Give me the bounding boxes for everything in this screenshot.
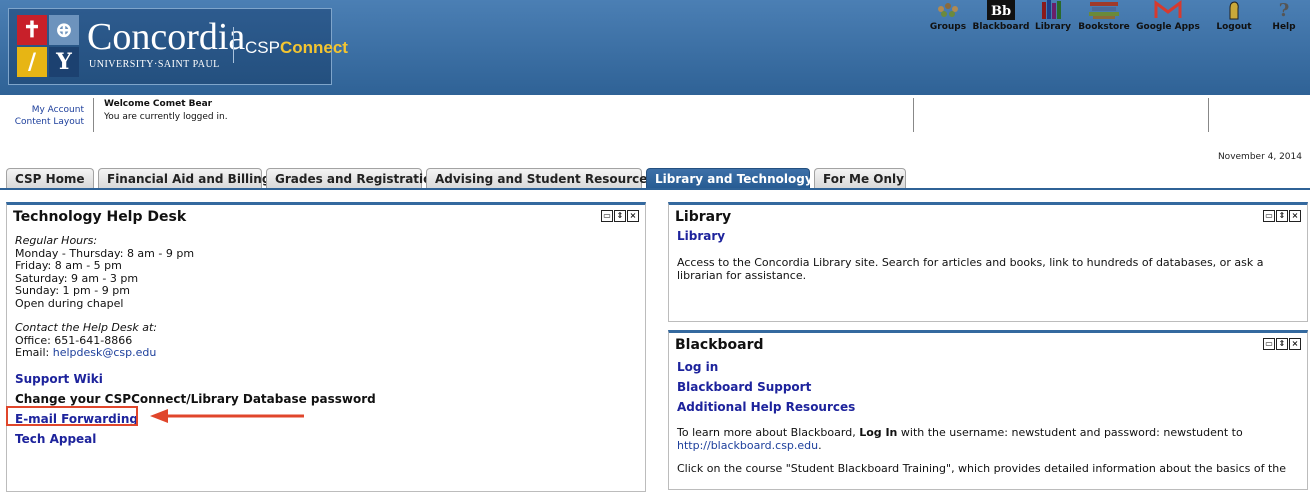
close-icon[interactable]: × [627, 210, 639, 222]
helpdesk-email-link[interactable]: helpdesk@csp.edu [53, 346, 157, 359]
blackboard-training-text: Click on the course "Student Blackboard … [677, 462, 1287, 475]
my-account-link[interactable]: My Account [4, 104, 84, 116]
logo-emblem: ✝ ⊕ / Y [17, 15, 79, 77]
maximize-icon[interactable]: ⇕ [614, 210, 626, 222]
library-button[interactable]: Library [1032, 0, 1074, 32]
account-divider [93, 98, 94, 132]
email-line: Email: helpdesk@csp.edu [15, 346, 157, 360]
hours-line: Friday: 8 am - 5 pm [15, 259, 122, 272]
gmail-icon [1154, 0, 1182, 18]
toolbar-divider [913, 98, 914, 132]
additional-help-link[interactable]: Additional Help Resources [677, 400, 855, 414]
current-date: November 4, 2014 [1217, 152, 1302, 162]
library-description: Access to the Concordia Library site. Se… [677, 256, 1264, 269]
logout-icon [1229, 1, 1239, 20]
hours-heading: Regular Hours: [15, 234, 98, 247]
hours-line: Open during chapel [15, 296, 124, 310]
url-period: . [818, 438, 822, 452]
library-icon [1042, 0, 1061, 19]
portlet-controls: ▭ ⇕ × [601, 210, 639, 222]
library-portlet: Library ▭ ⇕ × Library Access to the Conc… [668, 202, 1308, 322]
cross-icon: ✝ [17, 15, 47, 45]
help-icon: ? [1279, 0, 1290, 20]
library-description-2: librarian for assistance. [677, 268, 807, 282]
google-apps-button[interactable]: Google Apps [1132, 0, 1204, 32]
blackboard-login-link[interactable]: Log in [677, 360, 718, 374]
login-emphasis: Log In [859, 426, 898, 439]
change-password-link[interactable]: Change your CSPConnect/Library Database … [15, 392, 376, 406]
blackboard-url-line: http://blackboard.csp.edu. [677, 438, 822, 453]
logout-button[interactable]: Logout [1214, 0, 1254, 32]
bookstore-label: Bookstore [1078, 22, 1130, 32]
highlight-box [6, 406, 138, 426]
logo-divider [233, 27, 234, 63]
concordia-logo[interactable]: ✝ ⊕ / Y Concordia UNIVERSITY·SAINT PAUL … [8, 8, 348, 85]
library-label: Library [1034, 22, 1072, 32]
blackboard-portlet: Blackboard ▭ ⇕ × Log in Blackboard Suppo… [668, 330, 1308, 490]
welcome-text: Welcome Comet Bear [104, 99, 213, 109]
blackboard-button[interactable]: Bb Blackboard [970, 0, 1032, 32]
blackboard-title: Blackboard [675, 337, 764, 353]
tab-underline [0, 188, 1310, 190]
library-link[interactable]: Library [677, 229, 725, 243]
portlet-controls: ▭ ⇕ × [1263, 338, 1301, 350]
google-apps-label: Google Apps [1136, 22, 1200, 32]
maximize-icon[interactable]: ⇕ [1276, 210, 1288, 222]
help-label: Help [1272, 22, 1296, 32]
person-icon: Y [49, 47, 79, 77]
svg-text:Bb: Bb [991, 4, 1011, 19]
login-status: You are currently logged in. [104, 112, 228, 122]
blackboard-support-link[interactable]: Blackboard Support [677, 380, 811, 394]
arrow-annotation-icon [150, 409, 304, 423]
toolbar-divider-2 [1208, 98, 1209, 132]
brand-subtitle: UNIVERSITY·SAINT PAUL [89, 59, 220, 70]
tab-csp-home[interactable]: CSP Home [6, 168, 94, 188]
blackboard-icon: Bb [987, 0, 1015, 20]
tab-grades-registration[interactable]: Grades and Registration [266, 168, 440, 188]
close-icon[interactable]: × [1289, 338, 1301, 350]
bookstore-button[interactable]: Bookstore [1076, 0, 1132, 32]
portlet-controls: ▭ ⇕ × [1263, 210, 1301, 222]
svg-text:?: ? [1279, 0, 1290, 20]
welcome-message: Welcome Comet Bear You are currently log… [104, 98, 228, 124]
brand-name: Concordia [87, 16, 246, 58]
helpdesk-portlet: Technology Help Desk ▭ ⇕ × Regular Hours… [6, 202, 646, 492]
minimize-icon[interactable]: ▭ [1263, 210, 1275, 222]
contact-heading: Contact the Help Desk at: [15, 321, 158, 334]
tech-appeal-link[interactable]: Tech Appeal [15, 432, 96, 446]
helpdesk-title: Technology Help Desk [13, 209, 187, 225]
tab-advising[interactable]: Advising and Student Resources [426, 168, 655, 188]
minimize-icon[interactable]: ▭ [1263, 338, 1275, 350]
bookstore-icon [1089, 2, 1119, 19]
library-title: Library [675, 209, 732, 225]
help-button[interactable]: ? Help [1264, 0, 1304, 32]
maximize-icon[interactable]: ⇕ [1276, 338, 1288, 350]
close-icon[interactable]: × [1289, 210, 1301, 222]
minimize-icon[interactable]: ▭ [601, 210, 613, 222]
globe-icon: ⊕ [49, 15, 79, 45]
instructions-text-2: with the username: newstudent and passwo… [897, 426, 1243, 439]
portal-name: CSPConnect [245, 38, 348, 58]
support-wiki-link[interactable]: Support Wiki [15, 372, 103, 386]
hours-line: Sunday: 1 pm - 9 pm [15, 284, 130, 297]
content-layout-link[interactable]: Content Layout [4, 116, 84, 128]
email-prefix: Email: [15, 346, 53, 359]
portal-prefix: CSP [245, 38, 280, 57]
tab-for-me-only[interactable]: For Me Only [814, 168, 906, 188]
blackboard-url-link[interactable]: http://blackboard.csp.edu [677, 439, 818, 452]
instructions-text: To learn more about Blackboard, [677, 426, 860, 439]
groups-button[interactable]: Groups [926, 0, 970, 32]
logout-label: Logout [1216, 22, 1252, 32]
blackboard-label: Blackboard [972, 22, 1030, 32]
tab-library-technology[interactable]: Library and Technology [646, 168, 813, 188]
groups-label: Groups [929, 22, 967, 32]
quill-icon: / [17, 47, 47, 77]
tab-financial-aid[interactable]: Financial Aid and Billing [98, 168, 270, 188]
portal-suffix: Connect [279, 38, 348, 57]
groups-icon [938, 3, 958, 17]
account-links: My Account Content Layout [4, 104, 84, 128]
